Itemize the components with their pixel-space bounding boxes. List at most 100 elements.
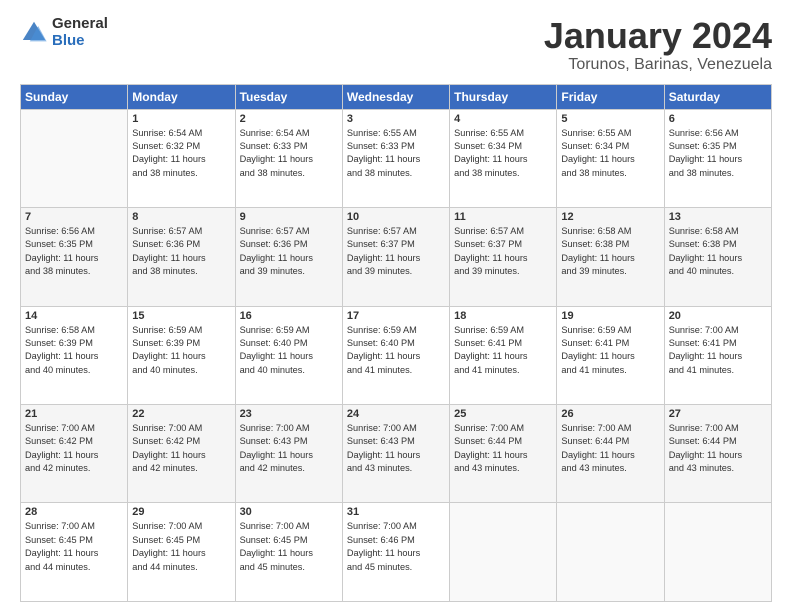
day-number: 3: [347, 113, 445, 125]
day-number: 13: [669, 211, 767, 223]
day-number: 7: [25, 211, 123, 223]
day-info: Sunrise: 7:00 AMSunset: 6:44 PMDaylight:…: [454, 422, 552, 475]
day-number: 2: [240, 113, 338, 125]
day-number: 25: [454, 408, 552, 420]
calendar-cell: 22 Sunrise: 7:00 AMSunset: 6:42 PMDayligh…: [128, 405, 235, 503]
day-number: 19: [561, 310, 659, 322]
day-number: 8: [132, 211, 230, 223]
title-block: January 2024 Torunos, Barinas, Venezuela: [544, 16, 772, 74]
day-info: Sunrise: 6:57 AMSunset: 6:37 PMDaylight:…: [454, 225, 552, 278]
day-info: Sunrise: 6:59 AMSunset: 6:40 PMDaylight:…: [240, 324, 338, 377]
day-info: Sunrise: 6:58 AMSunset: 6:38 PMDaylight:…: [669, 225, 767, 278]
day-info: Sunrise: 6:54 AMSunset: 6:33 PMDaylight:…: [240, 127, 338, 180]
day-number: 22: [132, 408, 230, 420]
day-number: 30: [240, 506, 338, 518]
calendar-cell: 21 Sunrise: 7:00 AMSunset: 6:42 PMDayligh…: [21, 405, 128, 503]
calendar-cell: 28 Sunrise: 7:00 AMSunset: 6:45 PMDayligh…: [21, 503, 128, 602]
day-info: Sunrise: 6:56 AMSunset: 6:35 PMDaylight:…: [25, 225, 123, 278]
calendar-title: January 2024: [544, 16, 772, 56]
day-info: Sunrise: 6:55 AMSunset: 6:34 PMDaylight:…: [561, 127, 659, 180]
calendar-cell: 24Sunrise: 7:00 AMSunset: 6:43 PMDayligh…: [342, 405, 449, 503]
day-info: Sunrise: 7:00 AMSunset: 6:42 PMDaylight:…: [132, 422, 230, 475]
day-info: Sunrise: 7:00 AMSunset: 6:45 PMDaylight:…: [25, 520, 123, 573]
calendar-cell: 4 Sunrise: 6:55 AMSunset: 6:34 PMDaylight…: [450, 109, 557, 207]
day-header-thursday: Thursday: [450, 84, 557, 109]
day-number: 12: [561, 211, 659, 223]
calendar-cell: 13 Sunrise: 6:58 AMSunset: 6:38 PMDayligh…: [664, 208, 771, 306]
day-info: Sunrise: 6:57 AMSunset: 6:37 PMDaylight:…: [347, 225, 445, 278]
header: General Blue January 2024 Torunos, Barin…: [20, 16, 772, 74]
calendar-cell: [557, 503, 664, 602]
week-row-5: 28 Sunrise: 7:00 AMSunset: 6:45 PMDayligh…: [21, 503, 772, 602]
day-number: 28: [25, 506, 123, 518]
day-info: Sunrise: 7:00 AMSunset: 6:45 PMDaylight:…: [132, 520, 230, 573]
calendar-cell: 26Sunrise: 7:00 AMSunset: 6:44 PMDayligh…: [557, 405, 664, 503]
day-header-sunday: Sunday: [21, 84, 128, 109]
day-number: 6: [669, 113, 767, 125]
day-info: Sunrise: 6:55 AMSunset: 6:33 PMDaylight:…: [347, 127, 445, 180]
calendar-cell: 7 Sunrise: 6:56 AMSunset: 6:35 PMDaylight…: [21, 208, 128, 306]
day-header-monday: Monday: [128, 84, 235, 109]
calendar-cell: 30 Sunrise: 7:00 AMSunset: 6:45 PMDayligh…: [235, 503, 342, 602]
logo-blue-text: Blue: [52, 33, 108, 50]
day-info: Sunrise: 6:59 AMSunset: 6:39 PMDaylight:…: [132, 324, 230, 377]
day-number: 18: [454, 310, 552, 322]
day-info: Sunrise: 6:58 AMSunset: 6:38 PMDaylight:…: [561, 225, 659, 278]
calendar-cell: 27Sunrise: 7:00 AMSunset: 6:44 PMDayligh…: [664, 405, 771, 503]
day-number: 16: [240, 310, 338, 322]
calendar-cell: 23 Sunrise: 7:00 AMSunset: 6:43 PMDayligh…: [235, 405, 342, 503]
calendar-cell: 1Sunrise: 6:54 AMSunset: 6:32 PMDaylight…: [128, 109, 235, 207]
day-number: 5: [561, 113, 659, 125]
day-number: 24: [347, 408, 445, 420]
logo-text: General Blue: [52, 16, 108, 49]
day-number: 17: [347, 310, 445, 322]
logo: General Blue: [20, 16, 108, 49]
day-number: 20: [669, 310, 767, 322]
calendar-cell: 25 Sunrise: 7:00 AMSunset: 6:44 PMDayligh…: [450, 405, 557, 503]
day-info: Sunrise: 6:59 AMSunset: 6:41 PMDaylight:…: [561, 324, 659, 377]
calendar-cell: 16 Sunrise: 6:59 AMSunset: 6:40 PMDayligh…: [235, 306, 342, 404]
calendar-cell: 20 Sunrise: 7:00 AMSunset: 6:41 PMDayligh…: [664, 306, 771, 404]
calendar-cell: 12 Sunrise: 6:58 AMSunset: 6:38 PMDayligh…: [557, 208, 664, 306]
day-info: Sunrise: 6:54 AMSunset: 6:32 PMDaylight:…: [132, 127, 230, 180]
calendar-cell: 14 Sunrise: 6:58 AMSunset: 6:39 PMDayligh…: [21, 306, 128, 404]
calendar-cell: 29Sunrise: 7:00 AMSunset: 6:45 PMDayligh…: [128, 503, 235, 602]
day-number: 14: [25, 310, 123, 322]
day-number: 11: [454, 211, 552, 223]
week-row-4: 21 Sunrise: 7:00 AMSunset: 6:42 PMDayligh…: [21, 405, 772, 503]
calendar-cell: 9Sunrise: 6:57 AMSunset: 6:36 PMDaylight…: [235, 208, 342, 306]
calendar-cell: 2 Sunrise: 6:54 AMSunset: 6:33 PMDaylight…: [235, 109, 342, 207]
day-number: 15: [132, 310, 230, 322]
calendar-cell: [664, 503, 771, 602]
day-info: Sunrise: 7:00 AMSunset: 6:42 PMDaylight:…: [25, 422, 123, 475]
day-info: Sunrise: 6:58 AMSunset: 6:39 PMDaylight:…: [25, 324, 123, 377]
calendar-cell: 31 Sunrise: 7:00 AMSunset: 6:46 PMDayligh…: [342, 503, 449, 602]
day-header-friday: Friday: [557, 84, 664, 109]
day-info: Sunrise: 6:59 AMSunset: 6:40 PMDaylight:…: [347, 324, 445, 377]
day-number: 21: [25, 408, 123, 420]
day-number: 31: [347, 506, 445, 518]
day-number: 9: [240, 211, 338, 223]
day-number: 4: [454, 113, 552, 125]
day-info: Sunrise: 7:00 AMSunset: 6:46 PMDaylight:…: [347, 520, 445, 573]
day-info: Sunrise: 6:56 AMSunset: 6:35 PMDaylight:…: [669, 127, 767, 180]
page: General Blue January 2024 Torunos, Barin…: [0, 0, 792, 612]
calendar-cell: 11 Sunrise: 6:57 AMSunset: 6:37 PMDayligh…: [450, 208, 557, 306]
calendar-cell: [450, 503, 557, 602]
day-info: Sunrise: 7:00 AMSunset: 6:43 PMDaylight:…: [240, 422, 338, 475]
calendar-subtitle: Torunos, Barinas, Venezuela: [544, 56, 772, 74]
calendar-cell: 3 Sunrise: 6:55 AMSunset: 6:33 PMDaylight…: [342, 109, 449, 207]
day-info: Sunrise: 7:00 AMSunset: 6:45 PMDaylight:…: [240, 520, 338, 573]
day-info: Sunrise: 7:00 AMSunset: 6:41 PMDaylight:…: [669, 324, 767, 377]
logo-general-text: General: [52, 16, 108, 33]
day-number: 26: [561, 408, 659, 420]
day-header-tuesday: Tuesday: [235, 84, 342, 109]
day-info: Sunrise: 6:55 AMSunset: 6:34 PMDaylight:…: [454, 127, 552, 180]
day-number: 10: [347, 211, 445, 223]
week-row-2: 7 Sunrise: 6:56 AMSunset: 6:35 PMDaylight…: [21, 208, 772, 306]
day-number: 23: [240, 408, 338, 420]
calendar-cell: [21, 109, 128, 207]
calendar-table: SundayMondayTuesdayWednesdayThursdayFrid…: [20, 84, 772, 602]
week-row-1: 1Sunrise: 6:54 AMSunset: 6:32 PMDaylight…: [21, 109, 772, 207]
calendar-cell: 6 Sunrise: 6:56 AMSunset: 6:35 PMDaylight…: [664, 109, 771, 207]
